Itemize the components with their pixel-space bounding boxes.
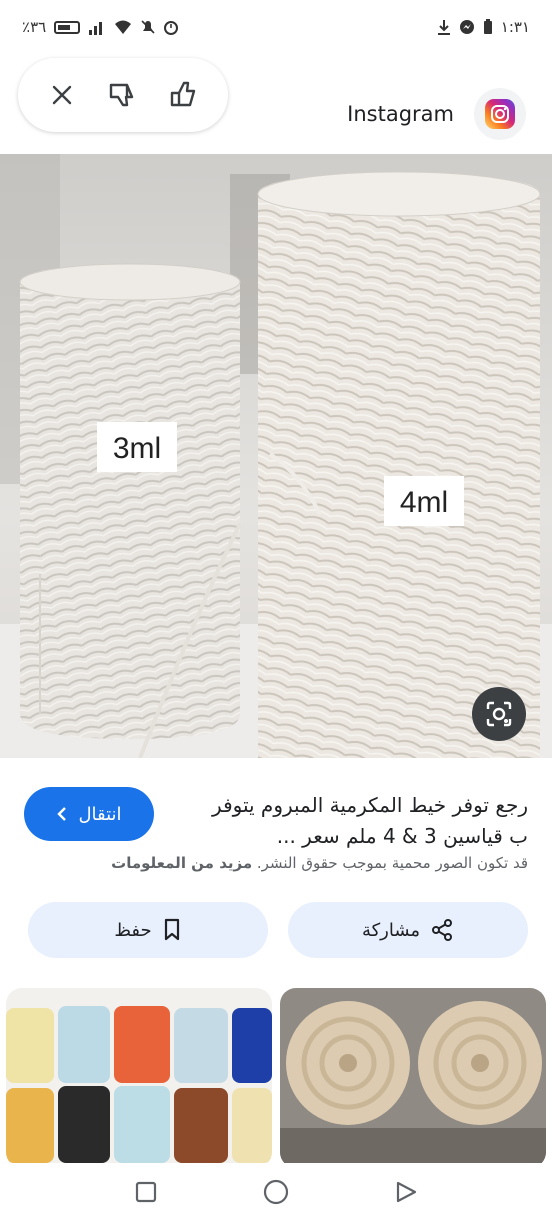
close-button[interactable]	[40, 73, 84, 117]
feedback-pill	[18, 58, 228, 132]
result-title[interactable]: رجع توفر خيط المكرمية المبروم يتوفر ب قي…	[188, 790, 528, 852]
related-images	[0, 988, 552, 1168]
more-info-link[interactable]: مزيد من المعلومات	[111, 854, 252, 872]
battery-saver-icon	[483, 19, 492, 34]
lens-button[interactable]	[472, 687, 526, 741]
share-label: مشاركة	[361, 919, 421, 941]
instagram-logo	[474, 88, 526, 140]
system-nav-bar	[0, 1163, 552, 1221]
circle-icon	[263, 1179, 289, 1205]
yarn-spools-image: 3ml 4ml	[0, 154, 552, 758]
google-lens-icon	[486, 701, 512, 727]
battery-icon	[54, 20, 81, 34]
source-name: Instagram	[347, 102, 454, 126]
mute-icon	[141, 20, 155, 34]
status-right: ١:٣١	[437, 18, 530, 36]
dislike-button[interactable]	[101, 73, 145, 117]
status-icons	[88, 19, 179, 35]
save-label: حفظ	[114, 919, 152, 941]
related-image-cream-spools[interactable]	[280, 988, 546, 1168]
instagram-icon	[485, 99, 515, 129]
copyright-text: قد تكون الصور محمية بموجب حقوق النشر.	[256, 854, 528, 872]
cream-spools-image	[280, 988, 546, 1168]
bookmark-icon	[164, 918, 179, 941]
battery-percent: ٪٣٦	[22, 18, 47, 36]
copyright-notice: قد تكون الصور محمية بموجب حقوق النشر. مز…	[111, 854, 528, 872]
clock: ١:٣١	[500, 18, 530, 36]
main-image[interactable]: 3ml 4ml	[0, 154, 552, 758]
home-button[interactable]	[256, 1172, 296, 1212]
signal-icon	[89, 22, 103, 35]
action-buttons: مشاركة حفظ	[0, 902, 552, 960]
source-header[interactable]: Instagram	[347, 88, 526, 140]
messenger-icon	[459, 20, 474, 34]
related-image-colored-spools[interactable]	[6, 988, 272, 1168]
status-left: ٪٣٦	[22, 18, 179, 36]
triangle-back-icon	[396, 1181, 417, 1203]
alarm-icon	[164, 21, 179, 35]
visit-label: انتقال	[78, 803, 122, 825]
recents-button[interactable]	[126, 1172, 166, 1212]
colored-spools-image	[6, 988, 272, 1168]
download-icon	[437, 20, 450, 35]
share-button[interactable]: مشاركة	[288, 902, 528, 958]
wifi-icon	[115, 20, 132, 34]
square-icon	[135, 1181, 157, 1203]
share-icon	[432, 919, 453, 941]
thumbs-up-icon	[170, 81, 195, 107]
close-icon	[53, 85, 72, 105]
save-button[interactable]: حفظ	[28, 902, 268, 958]
visit-button[interactable]: انتقال	[24, 787, 154, 841]
thumbs-down-icon	[109, 83, 134, 107]
chevron-left-icon	[57, 807, 67, 821]
label-4ml: 4ml	[400, 486, 448, 519]
label-3ml: 3ml	[113, 432, 161, 465]
result-info: رجع توفر خيط المكرمية المبروم يتوفر ب قي…	[0, 758, 552, 888]
like-button[interactable]	[162, 73, 206, 117]
status-bar: ٪٣٦ ١:٣١	[0, 0, 552, 60]
back-button[interactable]	[386, 1172, 426, 1212]
